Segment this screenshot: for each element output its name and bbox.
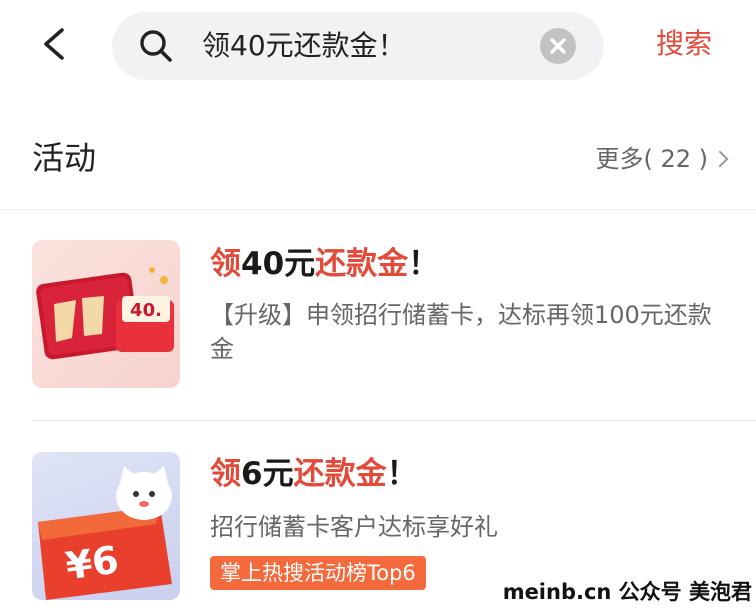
mascot-image: ¥6 xyxy=(38,466,172,600)
thumb-amount: 40. xyxy=(130,300,162,321)
title-highlight: 还款金 xyxy=(315,246,409,282)
search-button[interactable]: 搜索 xyxy=(656,24,712,64)
title-punct: ！ xyxy=(386,456,418,492)
list-item[interactable]: 40. 领40元还款金！ 【升级】申领招行储蓄卡，达标再领100元还款金 xyxy=(0,240,756,400)
result-title: 领6元还款金！ xyxy=(210,452,418,496)
promo-card-thumbnail: 40. xyxy=(32,240,180,388)
title-amount: 40元 xyxy=(241,246,316,282)
result-description: 【升级】申领招行储蓄卡，达标再领100元还款金 xyxy=(210,301,712,363)
bank-card-image: 40. xyxy=(36,267,174,360)
result-title: 领40元还款金！ xyxy=(210,242,439,286)
title-highlight: 领 xyxy=(210,456,241,492)
more-label: 更多 xyxy=(595,145,644,173)
item-divider xyxy=(32,420,756,421)
rank-badge: 掌上热搜活动榜Top6 xyxy=(210,556,426,590)
title-highlight: 领 xyxy=(210,246,241,282)
more-link[interactable]: 更多( 22 ) xyxy=(595,142,729,176)
title-punct: ！ xyxy=(408,246,440,282)
section-title: 活动 xyxy=(32,139,97,177)
promo-card-thumbnail: ¥6 xyxy=(32,452,180,600)
section-divider xyxy=(0,209,756,210)
chevron-right-icon xyxy=(711,150,729,168)
more-count: ( 22 ) xyxy=(643,145,708,173)
clear-icon[interactable] xyxy=(540,28,576,64)
watermark: meinb.cn 公众号 美泡君 xyxy=(498,577,756,607)
search-bar: 领40元还款金！ 搜索 xyxy=(0,0,756,92)
result-description: 招行储蓄卡客户达标享好礼 xyxy=(210,513,498,541)
title-highlight: 还款金 xyxy=(293,456,387,492)
section-header: 活动 更多( 22 ) xyxy=(0,128,756,188)
thumb-amount: ¥6 xyxy=(63,538,121,589)
search-query[interactable]: 领40元还款金！ xyxy=(202,26,406,66)
search-input[interactable]: 领40元还款金！ xyxy=(112,12,604,80)
search-icon xyxy=(140,30,172,62)
title-amount: 6元 xyxy=(241,456,294,492)
back-arrow-icon[interactable] xyxy=(32,22,76,66)
